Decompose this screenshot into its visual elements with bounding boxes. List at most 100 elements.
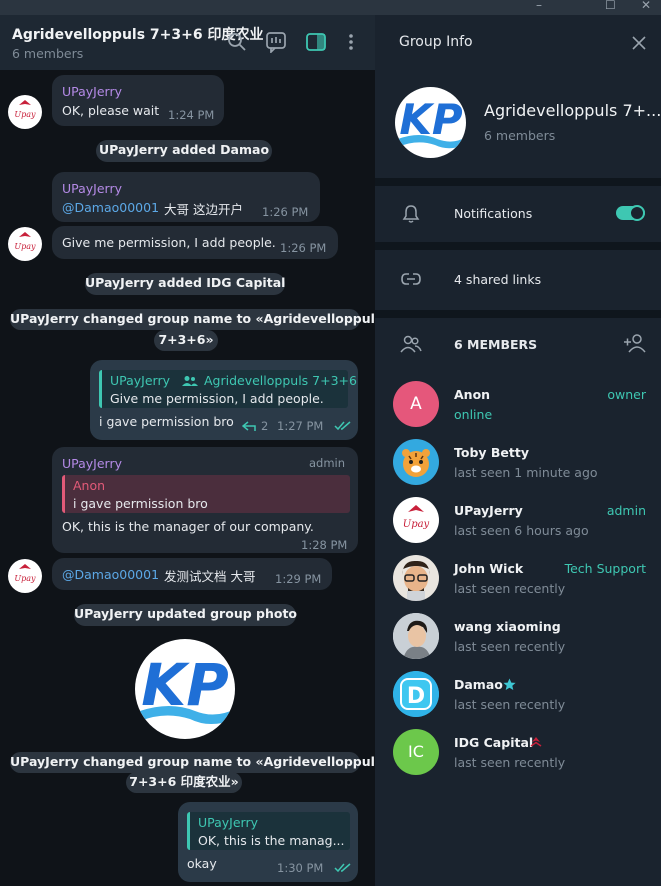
members-header: 6 MEMBERS	[454, 337, 538, 352]
member-avatar: IC	[393, 729, 439, 775]
member-status: last seen recently	[454, 755, 566, 770]
reply-count[interactable]: 2	[261, 419, 268, 433]
member-avatar: A	[393, 381, 439, 427]
upay-avatar[interactable]: Upay	[8, 227, 42, 261]
message-bubble[interactable]: UPayJerry admin Anon i gave permission b…	[52, 447, 358, 553]
message-time: 1:24 PM	[168, 108, 215, 122]
reply-sender: UPayJerry	[110, 373, 171, 388]
service-message-line: UPayJerry changed group name to «Agridev…	[10, 752, 375, 773]
message-bubble-outgoing[interactable]: UPayJerry OK, this is the manag... okay …	[178, 802, 358, 882]
message-bubble[interactable]: Give me permission, I add people. 1:26 P…	[52, 226, 338, 259]
message-time: 1:29 PM	[275, 572, 322, 586]
mention-link[interactable]: @Damao00001	[62, 200, 159, 215]
member-status: last seen 1 minute ago	[454, 465, 598, 480]
group-photo[interactable]: KP	[135, 639, 235, 739]
service-message-line: UPayJerry changed group name to «Agridev…	[10, 309, 375, 330]
sender-name[interactable]: UPayJerry	[62, 84, 122, 99]
message-time: 1:28 PM	[301, 538, 348, 552]
message-bubble[interactable]: UPayJerry OK, please wait 1:24 PM	[52, 75, 224, 126]
member-name: John Wick	[454, 561, 524, 576]
member-role: admin	[606, 503, 646, 518]
upay-avatar[interactable]: Upay	[8, 95, 42, 129]
mention-link[interactable]: @Damao00001	[62, 567, 159, 582]
link-icon	[401, 273, 421, 285]
members-icon	[400, 335, 422, 353]
member-name: Toby Betty	[454, 445, 530, 460]
svg-text:Upay: Upay	[403, 519, 430, 530]
group-member-count: 6 members	[484, 128, 556, 143]
reply-text: Give me permission, I add people.	[110, 391, 324, 406]
service-message: UPayJerry added Damao	[96, 140, 272, 162]
notifications-toggle[interactable]	[616, 205, 645, 221]
chat-pane: Agridevelloppuls 7+3+6 印度农业 6 members Up…	[0, 15, 375, 886]
svg-text:D: D	[407, 684, 425, 709]
group-name: Agridevelloppuls 7+...	[484, 101, 661, 120]
member-row[interactable]: IC IDG Capital last seen recently	[375, 726, 661, 782]
group-avatar[interactable]: KP	[395, 87, 466, 158]
d-avatar: D	[393, 671, 439, 717]
group-icon	[182, 376, 198, 386]
member-row[interactable]: John Wick last seen recently Tech Suppor…	[375, 552, 661, 608]
sidebar-toggle-icon[interactable]	[305, 31, 327, 53]
message-bubble[interactable]: @Damao00001 发测试文档 大哥 1:29 PM	[52, 558, 332, 590]
member-row[interactable]: Toby Betty last seen 1 minute ago	[375, 436, 661, 492]
member-status: last seen recently	[454, 639, 566, 654]
tiger-avatar	[393, 439, 439, 485]
svg-text:Upay: Upay	[14, 242, 36, 251]
message-text: Give me permission, I add people.	[62, 235, 276, 250]
member-status: last seen recently	[454, 581, 566, 596]
member-status: last seen 6 hours ago	[454, 523, 589, 538]
chat-member-count: 6 members	[12, 46, 84, 61]
member-row[interactable]: A Anon online owner	[375, 378, 661, 434]
more-icon[interactable]	[340, 31, 362, 53]
message-bubble-outgoing[interactable]: UPayJerry Agridevelloppuls 7+3+6 Give me…	[90, 360, 358, 440]
message-text: 大哥 这边开户	[164, 202, 243, 217]
service-message: UPayJerry updated group photo	[74, 604, 297, 626]
sender-name[interactable]: UPayJerry	[62, 456, 122, 471]
member-role: owner	[607, 387, 646, 402]
close-icon[interactable]	[631, 35, 647, 51]
minimize-button[interactable]: –	[536, 0, 542, 12]
shared-links-label: 4 shared links	[454, 272, 542, 287]
message-text: okay	[187, 856, 217, 871]
maximize-button[interactable]: ☐	[605, 0, 616, 12]
reply-quote[interactable]: UPayJerry Agridevelloppuls 7+3+6 Give me…	[99, 370, 357, 408]
member-row[interactable]: wang xiaoming last seen recently	[375, 610, 661, 666]
message-bubble[interactable]: UPayJerry @Damao00001 大哥 这边开户 1:26 PM	[52, 172, 320, 222]
search-icon[interactable]	[226, 31, 248, 53]
reply-sender: Anon	[73, 478, 106, 493]
poll-icon[interactable]	[265, 31, 287, 53]
reply-quote[interactable]: UPayJerry OK, this is the manag...	[187, 812, 350, 850]
reply-text: i gave permission bro	[73, 496, 208, 511]
member-row[interactable]: D Damao last seen recently	[375, 668, 661, 724]
reply-arrow-icon[interactable]	[242, 420, 256, 432]
message-time: 1:30 PM	[277, 861, 324, 875]
add-member-icon[interactable]	[623, 333, 647, 353]
divider	[375, 178, 661, 186]
svg-text:Upay: Upay	[14, 110, 36, 119]
member-name: Damao	[454, 677, 503, 692]
member-status: last seen recently	[454, 697, 566, 712]
shared-links-row[interactable]: 4 shared links	[375, 250, 661, 310]
upay-logo: Upay	[393, 497, 439, 543]
service-message-line: 7+3+6»	[154, 330, 218, 351]
reply-quote[interactable]: Anon i gave permission bro	[62, 475, 350, 513]
service-message: UPayJerry added IDG Capital	[85, 273, 285, 295]
reply-group-name: Agridevelloppuls 7+3+6	[204, 373, 357, 388]
svg-text:Upay: Upay	[14, 574, 36, 583]
member-row[interactable]: Upay UPayJerry last seen 6 hours ago adm…	[375, 494, 661, 550]
upay-avatar[interactable]: Upay	[8, 559, 42, 593]
service-message-line: 7+3+6 印度农业»	[126, 772, 242, 793]
member-status: online	[454, 407, 493, 422]
close-window-button[interactable]: ✕	[641, 0, 651, 12]
member-role: Tech Support	[564, 561, 646, 576]
message-text: OK, this is the manager of our company.	[62, 519, 314, 534]
member-name: Anon	[454, 387, 491, 402]
member-name: wang xiaoming	[454, 619, 561, 634]
sender-name[interactable]: UPayJerry	[62, 181, 122, 196]
notifications-row[interactable]: Notifications	[375, 186, 661, 242]
chat-header[interactable]: Agridevelloppuls 7+3+6 印度农业 6 members	[0, 15, 375, 70]
member-name: UPayJerry	[454, 503, 523, 518]
divider	[375, 310, 661, 318]
notifications-label: Notifications	[454, 206, 533, 221]
